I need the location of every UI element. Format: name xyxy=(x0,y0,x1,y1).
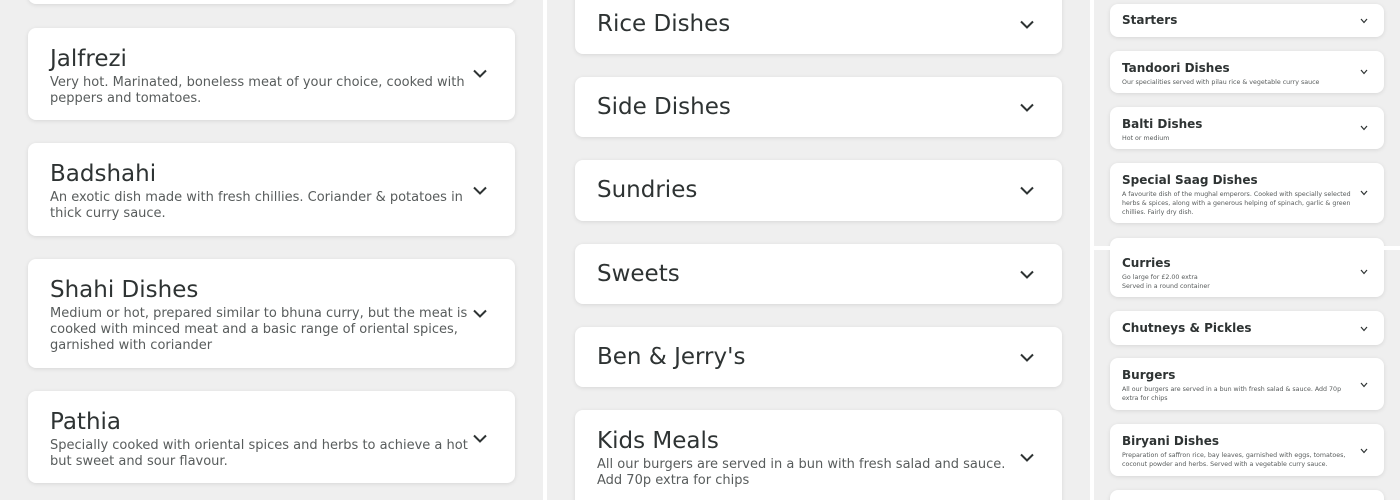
chevron-down-icon[interactable] xyxy=(1020,270,1034,279)
menu-category-starters[interactable]: Starters xyxy=(1110,4,1384,37)
category-description: Preparation of saffron rice, bay leaves,… xyxy=(1122,452,1346,468)
menu-category-rice-dishes[interactable]: Rice Dishes xyxy=(575,0,1062,54)
category-description: Very hot. Marinated, boneless meat of yo… xyxy=(50,75,465,106)
category-title: Special Saag Dishes xyxy=(1122,173,1258,187)
category-title: Rice Dishes xyxy=(597,11,731,37)
chevron-down-icon[interactable] xyxy=(473,186,487,195)
chevron-down-icon[interactable] xyxy=(1360,69,1368,75)
category-description: Our specialities served with pilau rice … xyxy=(1122,79,1320,86)
category-description: Go large for £2.00 extra xyxy=(1122,274,1198,281)
chevron-down-icon[interactable] xyxy=(1360,269,1368,275)
category-description: An exotic dish made with fresh chillies.… xyxy=(50,190,463,221)
menu-category-card[interactable] xyxy=(28,0,515,4)
menu-category-chutneys-and-pickles[interactable]: Chutneys & Pickles xyxy=(1110,311,1384,345)
menu-category-tandoori-dishes[interactable]: Tandoori Dishes Our specialities served … xyxy=(1110,51,1384,93)
category-title: Biryani Dishes xyxy=(1122,434,1219,448)
category-title: Pathia xyxy=(50,409,122,435)
chevron-down-icon[interactable] xyxy=(1020,103,1034,112)
chevron-down-icon[interactable] xyxy=(1360,190,1368,196)
category-title: Chutneys & Pickles xyxy=(1122,321,1252,335)
menu-category-burgers[interactable]: Burgers All our burgers are served in a … xyxy=(1110,358,1384,410)
category-title: Curries xyxy=(1122,256,1171,270)
menu-category-kids-meals[interactable]: Kids Meals All our burgers are served in… xyxy=(575,410,1062,500)
menu-column-right: Starters Tandoori Dishes Our specialitie… xyxy=(1094,0,1400,500)
menu-category-jalfrezi[interactable]: Jalfrezi Very hot. Marinated, boneless m… xyxy=(28,28,515,120)
category-title: Burgers xyxy=(1122,368,1176,382)
menu-column-middle: Rice Dishes Side Dishes Sundries Sweets … xyxy=(547,0,1090,500)
category-description: Medium or hot, prepared similar to bhuna… xyxy=(50,306,468,353)
section-divider xyxy=(1094,246,1400,250)
category-title: Side Dishes xyxy=(597,94,731,120)
menu-category-balti-dishes[interactable]: Balti Dishes Hot or medium xyxy=(1110,107,1384,149)
category-title: Tandoori Dishes xyxy=(1122,61,1230,75)
chevron-down-icon[interactable] xyxy=(1020,20,1034,29)
category-title: Starters xyxy=(1122,13,1178,27)
menu-category-sundries[interactable]: Sundries xyxy=(575,160,1062,221)
category-title: Kids Meals xyxy=(597,428,719,454)
category-title: Ben & Jerry's xyxy=(597,344,746,370)
menu-category-side-dishes[interactable]: Side Dishes xyxy=(575,77,1062,137)
chevron-down-icon[interactable] xyxy=(1020,453,1034,462)
chevron-down-icon[interactable] xyxy=(473,69,487,78)
chevron-down-icon[interactable] xyxy=(1360,125,1368,131)
chevron-down-icon[interactable] xyxy=(1360,448,1368,454)
chevron-down-icon[interactable] xyxy=(1020,186,1034,195)
menu-category-biryani-dishes[interactable]: Biryani Dishes Preparation of saffron ri… xyxy=(1110,424,1384,476)
category-description: A favourite dish of the mughal emperors.… xyxy=(1122,191,1351,216)
category-description: All our burgers are served in a bun with… xyxy=(597,457,1006,488)
menu-category-ben-and-jerrys[interactable]: Ben & Jerry's xyxy=(575,327,1062,387)
chevron-down-icon[interactable] xyxy=(473,309,487,318)
category-title: Badshahi xyxy=(50,161,157,187)
chevron-down-icon[interactable] xyxy=(473,434,487,443)
menu-category-pathia[interactable]: Pathia Specially cooked with oriental sp… xyxy=(28,391,515,483)
menu-category-badshahi[interactable]: Badshahi An exotic dish made with fresh … xyxy=(28,143,515,236)
menu-category-shahi-dishes[interactable]: Shahi Dishes Medium or hot, prepared sim… xyxy=(28,259,515,368)
category-description: Specially cooked with oriental spices an… xyxy=(50,438,468,469)
category-description: Hot or medium xyxy=(1122,135,1170,142)
chevron-down-icon[interactable] xyxy=(1020,353,1034,362)
category-description-extra: Served in a round container xyxy=(1122,283,1210,290)
menu-category-card[interactable] xyxy=(1110,490,1384,500)
menu-category-sweets[interactable]: Sweets xyxy=(575,244,1062,304)
menu-category-special-saag-dishes[interactable]: Special Saag Dishes A favourite dish of … xyxy=(1110,163,1384,223)
category-title: Balti Dishes xyxy=(1122,117,1203,131)
chevron-down-icon[interactable] xyxy=(1360,326,1368,332)
category-title: Sweets xyxy=(597,261,680,287)
chevron-down-icon[interactable] xyxy=(1360,382,1368,388)
category-title: Shahi Dishes xyxy=(50,277,199,303)
category-description: All our burgers are served in a bun with… xyxy=(1122,386,1342,402)
chevron-down-icon[interactable] xyxy=(1360,18,1368,24)
menu-column-left: Jalfrezi Very hot. Marinated, boneless m… xyxy=(0,0,543,500)
category-title: Sundries xyxy=(597,177,698,203)
category-title: Jalfrezi xyxy=(50,46,127,72)
